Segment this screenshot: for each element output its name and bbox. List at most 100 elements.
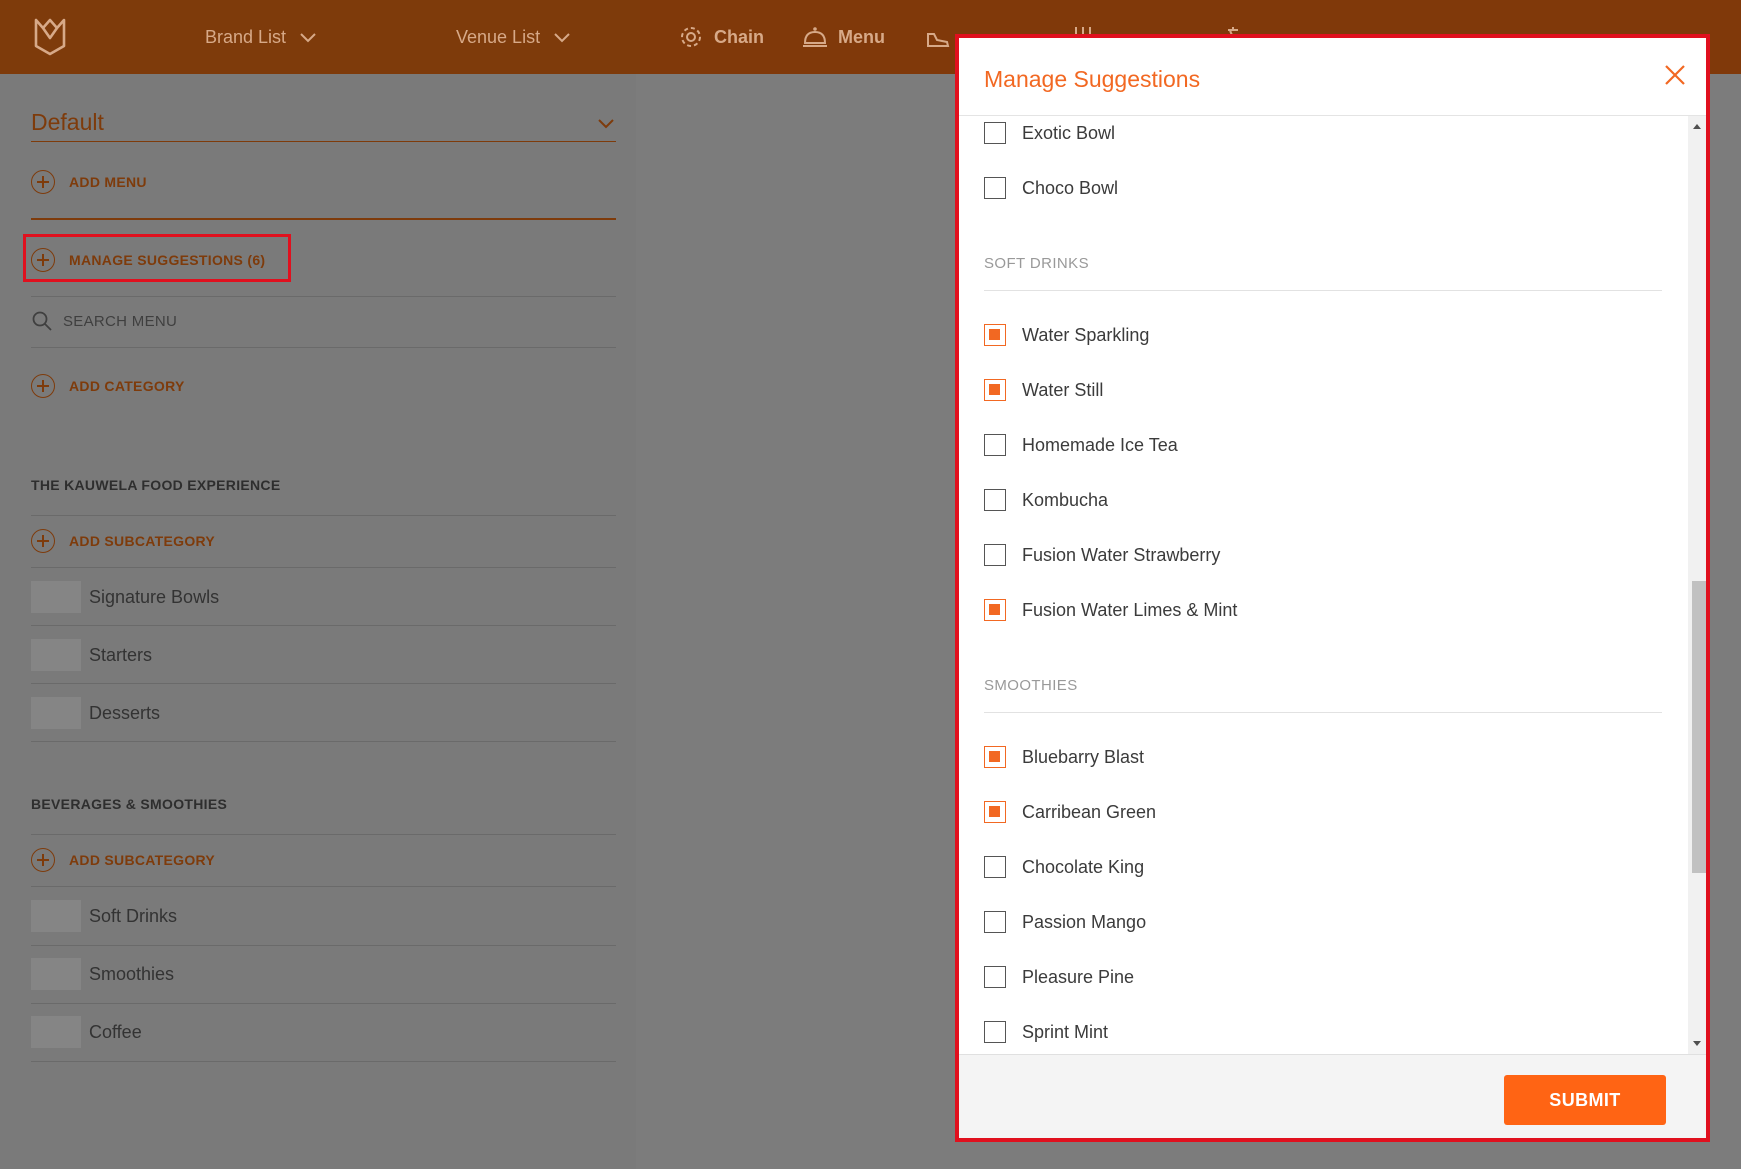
- divider: [31, 886, 616, 887]
- submit-button[interactable]: SUBMIT: [1504, 1075, 1666, 1125]
- search-menu-placeholder: SEARCH MENU: [63, 312, 178, 330]
- top-bar-left: Brand List Venue List: [0, 0, 640, 74]
- menu-select[interactable]: Default: [31, 104, 616, 142]
- suggestion-item[interactable]: Exotic Bowl: [984, 122, 1115, 144]
- checkbox[interactable]: [984, 911, 1006, 933]
- modal-footer: SUBMIT: [959, 1054, 1706, 1138]
- checkbox[interactable]: [984, 544, 1006, 566]
- venue-list-label: Venue List: [456, 26, 541, 47]
- checkbox[interactable]: [984, 177, 1006, 199]
- suggestion-label: Pleasure Pine: [1022, 966, 1135, 987]
- subcategory-label: Desserts: [89, 702, 161, 723]
- shoe-icon: [927, 33, 950, 47]
- suggestion-label: Exotic Bowl: [1022, 122, 1116, 143]
- plus-circle-icon: [31, 848, 55, 872]
- subcategory-thumbnail: [31, 697, 81, 729]
- suggestion-label: Passion Mango: [1022, 911, 1147, 932]
- suggestion-item[interactable]: Bluebarry Blast: [984, 746, 1144, 768]
- checkbox[interactable]: [984, 801, 1006, 823]
- suggestion-item[interactable]: Carribean Green: [984, 801, 1156, 823]
- suggestion-label: Chocolate King: [1022, 856, 1145, 877]
- nav-chain-label: Chain: [714, 26, 765, 47]
- suggestion-label: Water Still: [1022, 379, 1104, 400]
- subcategory-item[interactable]: Soft Drinks: [31, 900, 177, 932]
- search-menu[interactable]: SEARCH MENU: [31, 310, 177, 332]
- suggestion-item[interactable]: Fusion Water Strawberry: [984, 544, 1220, 566]
- plus-circle-icon: [31, 170, 55, 194]
- divider: [31, 625, 616, 626]
- section-label: SOFT DRINKS: [984, 255, 1089, 272]
- subcategory-item[interactable]: Desserts: [31, 697, 160, 729]
- checkbox[interactable]: [984, 324, 1006, 346]
- scroll-down-arrow-icon[interactable]: [1693, 1041, 1701, 1046]
- divider: [31, 567, 616, 568]
- modal-header: Manage Suggestions: [959, 38, 1706, 116]
- divider: [31, 347, 616, 348]
- subcategory-item[interactable]: Starters: [31, 639, 152, 671]
- plus-circle-icon: [31, 529, 55, 553]
- suggestion-item[interactable]: Water Sparkling: [984, 324, 1149, 346]
- checkbox[interactable]: [984, 489, 1006, 511]
- suggestion-label: Kombucha: [1022, 489, 1109, 510]
- suggestion-item[interactable]: Choco Bowl: [984, 177, 1118, 199]
- highlight-box: [23, 234, 291, 282]
- suggestions-list[interactable]: Exotic Bowl Choco Bowl SOFT DRINKS Water…: [959, 116, 1706, 1054]
- nav-menu[interactable]: Menu: [802, 0, 885, 74]
- category-title: THE KAUWELA FOOD EXPERIENCE: [31, 477, 281, 493]
- checkbox[interactable]: [984, 599, 1006, 621]
- suggestion-label: Homemade Ice Tea: [1022, 434, 1178, 455]
- subcategory-item[interactable]: Smoothies: [31, 958, 174, 990]
- subcategory-label: Signature Bowls: [89, 586, 220, 607]
- checkbox[interactable]: [984, 966, 1006, 988]
- subcategory-thumbnail: [31, 958, 81, 990]
- divider: [31, 1003, 616, 1004]
- cloche-icon: [803, 27, 827, 47]
- suggestion-item[interactable]: Pleasure Pine: [984, 966, 1134, 988]
- suggestion-label: Fusion Water Strawberry: [1022, 544, 1221, 565]
- brand-logo-icon[interactable]: [30, 16, 70, 56]
- checkbox[interactable]: [984, 856, 1006, 878]
- menu-select-value: Default: [31, 109, 104, 135]
- subcategory-item[interactable]: Signature Bowls: [31, 581, 219, 613]
- scroll-up-arrow-icon[interactable]: [1693, 124, 1701, 129]
- checkbox[interactable]: [984, 1021, 1006, 1043]
- manage-suggestions-modal: Manage Suggestions Exotic Bowl Choco Bow…: [955, 34, 1710, 1142]
- divider: [31, 683, 616, 684]
- add-subcategory-button[interactable]: ADD SUBCATEGORY: [31, 529, 215, 553]
- scrollbar-thumb[interactable]: [1692, 581, 1706, 873]
- subcategory-thumbnail: [31, 581, 81, 613]
- suggestion-item[interactable]: Passion Mango: [984, 911, 1146, 933]
- suggestion-label: Bluebarry Blast: [1022, 746, 1145, 767]
- divider: [31, 834, 616, 835]
- chevron-down-icon: [300, 33, 316, 43]
- suggestion-label: Water Sparkling: [1022, 324, 1150, 345]
- suggestion-item[interactable]: Homemade Ice Tea: [984, 434, 1178, 456]
- suggestion-item[interactable]: Fusion Water Limes & Mint: [984, 599, 1237, 621]
- venue-list-dropdown[interactable]: Venue List: [456, 0, 572, 74]
- suggestion-item[interactable]: Water Still: [984, 379, 1103, 401]
- suggestion-item[interactable]: Chocolate King: [984, 856, 1144, 878]
- brand-list-dropdown[interactable]: Brand List: [205, 0, 318, 74]
- subcategory-thumbnail: [31, 900, 81, 932]
- suggestion-item[interactable]: Kombucha: [984, 489, 1108, 511]
- modal-title: Manage Suggestions: [984, 66, 1201, 92]
- checkbox[interactable]: [984, 746, 1006, 768]
- divider: [984, 290, 1662, 291]
- brand-list-label: Brand List: [205, 26, 287, 47]
- category-title: BEVERAGES & SMOOTHIES: [31, 796, 228, 812]
- add-subcategory-button[interactable]: ADD SUBCATEGORY: [31, 848, 215, 872]
- close-icon[interactable]: [1662, 62, 1688, 88]
- nav-chain[interactable]: Chain: [678, 0, 764, 74]
- add-category-label: ADD CATEGORY: [69, 378, 185, 394]
- add-category-button[interactable]: ADD CATEGORY: [31, 374, 185, 398]
- checkbox[interactable]: [984, 379, 1006, 401]
- add-menu-button[interactable]: ADD MENU: [31, 170, 147, 194]
- scrollbar[interactable]: [1688, 116, 1706, 1054]
- subcategory-thumbnail: [31, 1016, 81, 1048]
- checkbox[interactable]: [984, 122, 1006, 144]
- nav-menu-label: Menu: [838, 26, 885, 47]
- suggestion-label: Choco Bowl: [1022, 177, 1119, 198]
- suggestion-item[interactable]: Sprint Mint: [984, 1021, 1108, 1043]
- checkbox[interactable]: [984, 434, 1006, 456]
- subcategory-item[interactable]: Coffee: [31, 1016, 142, 1048]
